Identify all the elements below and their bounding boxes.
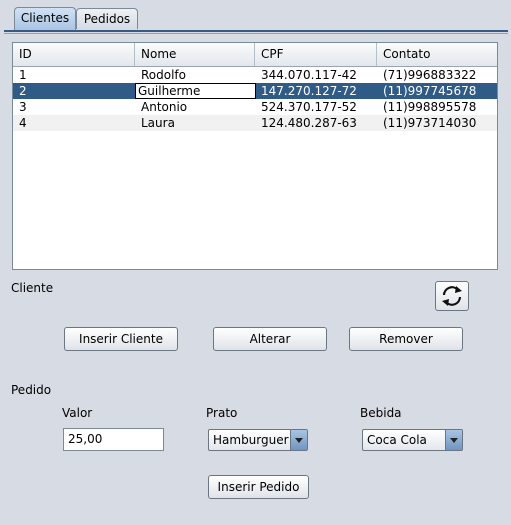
prato-select[interactable]: Hamburguer [208, 429, 308, 451]
table-row[interactable]: 1 Rodolfo 344.070.117-42 (71)996883322 [13, 67, 497, 83]
cell-nome: Rodolfo [141, 68, 186, 82]
cell-cpf: 344.070.117-42 [261, 68, 357, 82]
valor-label: Valor [62, 406, 93, 420]
bebida-select[interactable]: Coca Cola [362, 429, 463, 451]
cell-nome-editor[interactable]: Guilherme [135, 83, 256, 99]
inserir-pedido-button[interactable]: Inserir Pedido [208, 475, 309, 499]
cell-nome: Laura [141, 116, 175, 130]
column-header-contato[interactable]: Contato [377, 43, 497, 66]
tab-pedidos[interactable]: Pedidos [76, 8, 138, 29]
tab-divider [4, 30, 508, 32]
column-header-nome[interactable]: Nome [135, 43, 255, 66]
cell-contato: (11)973714030 [383, 116, 477, 130]
inserir-cliente-button[interactable]: Inserir Cliente [64, 327, 178, 351]
cell-id: 3 [19, 100, 27, 114]
cell-contato: (71)996883322 [383, 68, 477, 82]
cell-cpf: 124.480.287-63 [261, 116, 357, 130]
prato-label: Prato [206, 406, 238, 420]
chevron-down-icon[interactable] [290, 430, 307, 450]
cell-nome: Antonio [141, 100, 188, 114]
bebida-selected-value: Coca Cola [367, 433, 427, 447]
cell-contato: (11)997745678 [383, 84, 477, 98]
cell-id: 4 [19, 116, 27, 130]
table-row-selected[interactable]: 2 Guilherme 147.270.127-72 (11)997745678 [13, 83, 497, 99]
column-header-cpf[interactable]: CPF [255, 43, 377, 66]
remover-button[interactable]: Remover [349, 327, 463, 351]
column-header-id[interactable]: ID [13, 43, 135, 66]
prato-selected-value: Hamburguer [213, 433, 289, 447]
clients-table[interactable]: ID Nome CPF Contato 1 Rodolfo 344.070.11… [12, 42, 498, 270]
cell-cpf: 524.370.177-52 [261, 100, 357, 114]
tab-divider-shadow [4, 33, 508, 34]
refresh-icon [442, 286, 462, 306]
valor-input[interactable]: 25,00 [63, 428, 164, 451]
table-header: ID Nome CPF Contato [13, 43, 497, 67]
bebida-label: Bebida [360, 406, 402, 420]
refresh-button[interactable] [435, 281, 469, 311]
alterar-button[interactable]: Alterar [213, 327, 327, 351]
cell-cpf: 147.270.127-72 [261, 84, 357, 98]
tab-clientes[interactable]: Clientes [14, 7, 76, 30]
chevron-down-icon[interactable] [445, 430, 462, 450]
cell-id: 1 [19, 68, 27, 82]
cell-contato: (11)998895578 [383, 100, 477, 114]
table-row[interactable]: 3 Antonio 524.370.177-52 (11)998895578 [13, 99, 497, 115]
table-row[interactable]: 4 Laura 124.480.287-63 (11)973714030 [13, 115, 497, 131]
cliente-section-label: Cliente [11, 281, 54, 295]
cell-id: 2 [19, 84, 27, 98]
pedido-section-label: Pedido [11, 383, 52, 397]
